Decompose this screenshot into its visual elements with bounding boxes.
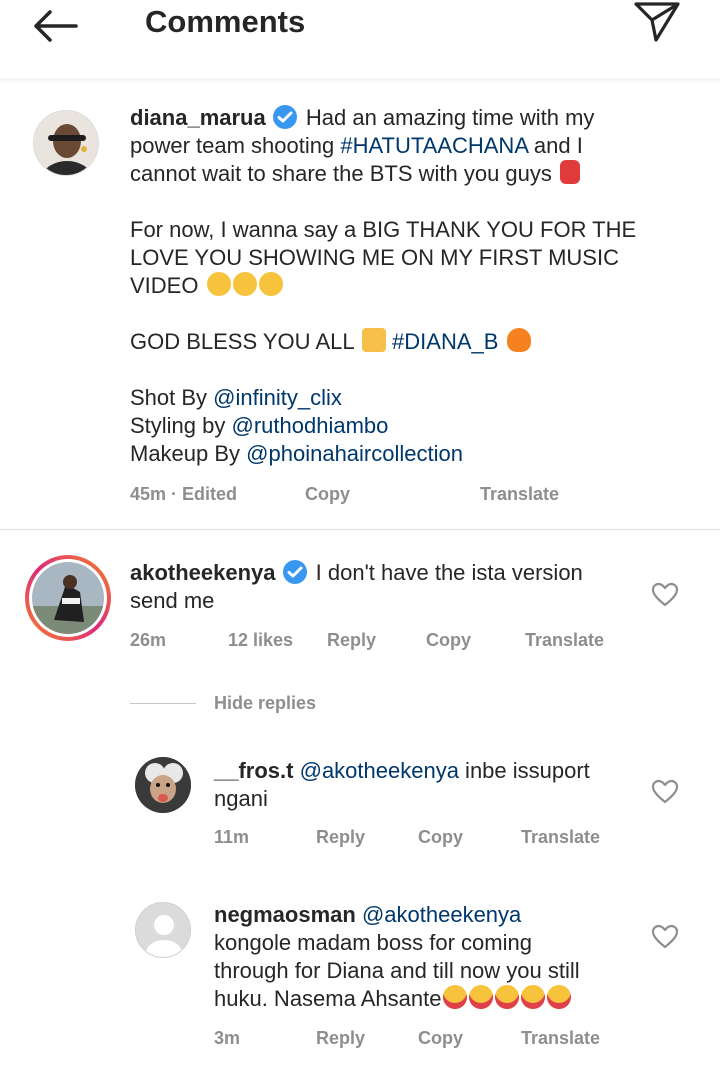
- profile-photo-icon: [34, 111, 98, 175]
- profile-photo-icon: [32, 562, 104, 634]
- mention-link[interactable]: @ruthodhiambo: [232, 413, 389, 438]
- hide-replies-button[interactable]: Hide replies: [130, 690, 316, 716]
- translate-button[interactable]: Translate: [480, 484, 559, 505]
- caption-text: diana_marua Had an amazing time with my …: [130, 104, 690, 468]
- reply-timestamp: 3m: [214, 1028, 241, 1048]
- caption-line: VIDEO: [130, 273, 199, 298]
- likes-count[interactable]: 12 likes: [228, 630, 293, 651]
- reply-timestamp: 11m: [214, 827, 250, 847]
- reply-line: ngani: [214, 786, 268, 811]
- avatar[interactable]: [33, 110, 99, 176]
- comment-timestamp: 26m: [130, 630, 167, 650]
- avatar[interactable]: [25, 555, 111, 641]
- hide-replies-label: Hide replies: [214, 692, 317, 713]
- reply-line: kongole madam boss for coming: [214, 930, 532, 955]
- mention-link[interactable]: @phoinahaircollection: [246, 441, 463, 466]
- verified-badge-icon: [282, 559, 308, 585]
- paper-plane-icon: [634, 2, 680, 42]
- heart-eyes-emoji-icon: [495, 985, 520, 1009]
- heart-icon: [651, 779, 679, 804]
- dancer-emoji-icon: [560, 160, 581, 184]
- party-face-emoji-icon: [232, 272, 257, 296]
- page-title: Comments: [145, 4, 306, 39]
- reply-text: negmaosman @akotheekenya kongole madam b…: [214, 901, 654, 1013]
- caption-line: GOD BLESS YOU ALL: [130, 329, 354, 354]
- divider: [130, 702, 196, 704]
- caption-line: cannot wait to share the BTS with you gu…: [130, 161, 552, 186]
- caption-line: Styling by: [130, 413, 232, 438]
- reply-line: huku. Nasema Ahsante: [214, 986, 442, 1011]
- like-button[interactable]: [651, 924, 679, 950]
- divider: [0, 529, 720, 530]
- caption-line: LOVE YOU SHOWING ME ON MY FIRST MUSIC: [130, 245, 619, 270]
- back-button[interactable]: [30, 6, 82, 46]
- header-divider: [0, 78, 720, 84]
- reply-line: through for Diana and till now you still: [214, 958, 580, 983]
- avatar[interactable]: [135, 902, 191, 958]
- caption-timestamp: 45m · Edited: [130, 484, 238, 504]
- comment-line: I don't have the ista version: [315, 560, 583, 585]
- mention-link[interactable]: @akotheekenya: [300, 758, 459, 783]
- comment-text: akotheekenya I don't have the ista versi…: [130, 559, 630, 615]
- caption-line: Had an amazing time with my: [305, 105, 595, 130]
- verified-badge-icon: [272, 104, 298, 130]
- copy-button[interactable]: Copy: [305, 484, 350, 505]
- caption-line: and I: [527, 133, 583, 158]
- caption-username[interactable]: diana_marua: [130, 105, 266, 130]
- party-face-emoji-icon: [258, 272, 283, 296]
- translate-button[interactable]: Translate: [521, 1028, 600, 1049]
- reply-button[interactable]: Reply: [316, 827, 365, 848]
- copy-button[interactable]: Copy: [426, 630, 471, 651]
- translate-button[interactable]: Translate: [521, 827, 600, 848]
- caption-line: power team shooting: [130, 133, 341, 158]
- default-avatar-icon: [136, 903, 190, 957]
- avatar[interactable]: [135, 757, 191, 813]
- like-button[interactable]: [651, 779, 679, 805]
- heart-eyes-emoji-icon: [443, 985, 468, 1009]
- caption-line: Shot By: [130, 385, 214, 410]
- heart-icon: [651, 924, 679, 949]
- share-button[interactable]: [632, 0, 682, 44]
- comment-username[interactable]: akotheekenya: [130, 560, 276, 585]
- mention-link[interactable]: @infinity_clix: [213, 385, 342, 410]
- reply-text: __fros.t @akotheekenya inbe issuport nga…: [214, 757, 634, 813]
- heart-eyes-emoji-icon: [547, 985, 572, 1009]
- reply-username[interactable]: negmaosman: [214, 902, 356, 927]
- heart-icon: [651, 582, 679, 607]
- copy-button[interactable]: Copy: [418, 827, 463, 848]
- reply-button[interactable]: Reply: [316, 1028, 365, 1049]
- comment-line: send me: [130, 588, 215, 613]
- profile-photo-icon: [135, 757, 191, 813]
- caption-line: Makeup By: [130, 441, 247, 466]
- arrow-left-icon: [34, 10, 78, 42]
- hashtag-link[interactable]: #DIANA_B: [392, 329, 498, 354]
- header-bar: Comments: [0, 0, 720, 56]
- reply-line: inbe issuport: [458, 758, 590, 783]
- reply-username[interactable]: __fros.t: [214, 758, 293, 783]
- party-face-emoji-icon: [206, 272, 231, 296]
- hashtag-link[interactable]: #HATUTAACHANA: [340, 133, 527, 158]
- caption-line: For now, I wanna say a BIG THANK YOU FOR…: [130, 217, 637, 242]
- translate-button[interactable]: Translate: [525, 630, 604, 651]
- fire-emoji-icon: [506, 328, 531, 352]
- praying-hands-emoji-icon: [361, 328, 386, 352]
- like-button[interactable]: [651, 582, 679, 608]
- heart-eyes-emoji-icon: [469, 985, 494, 1009]
- heart-eyes-emoji-icon: [521, 985, 546, 1009]
- mention-link[interactable]: @akotheekenya: [362, 902, 521, 927]
- copy-button[interactable]: Copy: [418, 1028, 463, 1049]
- reply-button[interactable]: Reply: [327, 630, 376, 651]
